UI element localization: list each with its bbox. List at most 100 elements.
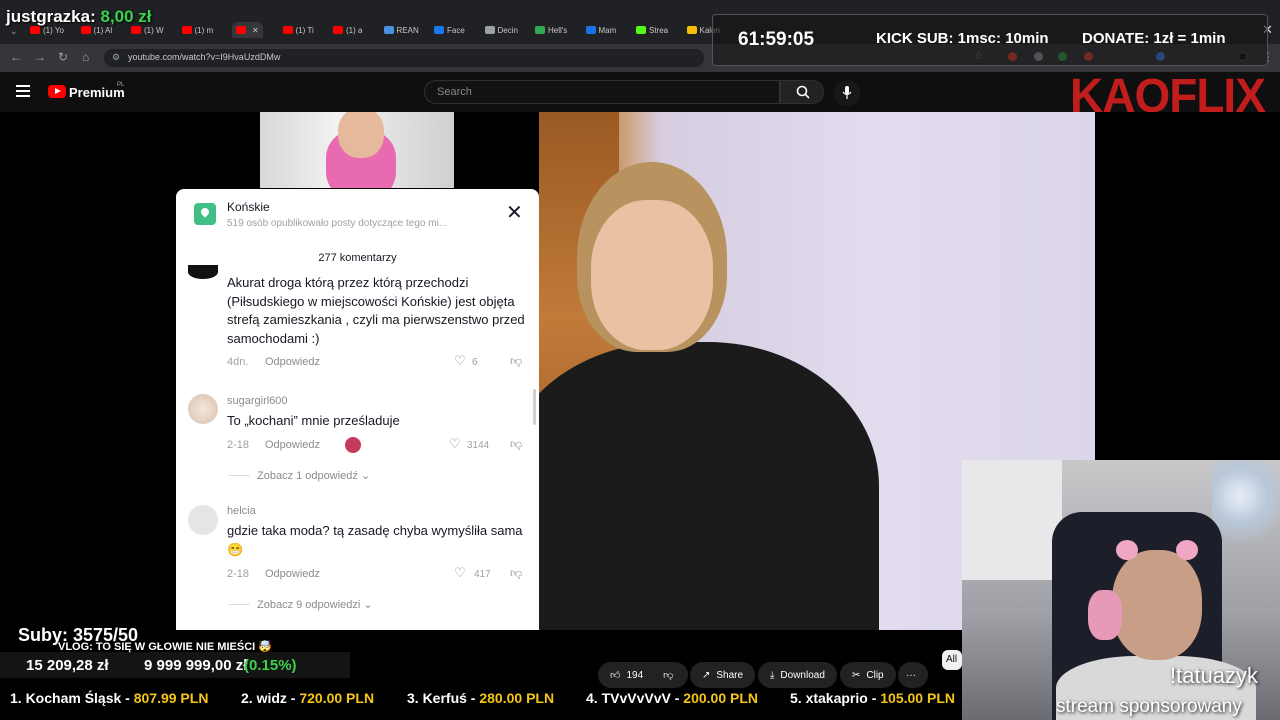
search-input[interactable]: Search — [424, 80, 780, 104]
tab-label: Hell's — [548, 25, 568, 35]
creator-liked-avatar — [345, 437, 361, 453]
browser-tab[interactable]: Strea — [636, 22, 668, 38]
tab-label: Strea — [649, 25, 669, 35]
avatar[interactable] — [188, 394, 218, 424]
tab-favicon-icon — [80, 26, 91, 34]
streamer-balance: justgrazka: 8,00 zł — [6, 7, 152, 27]
donor-name: 1. Kocham Śląsk - — [10, 690, 134, 706]
comment-text: Akurat droga którą przez którą przechodz… — [227, 275, 525, 346]
download-icon: ⤓ — [770, 669, 775, 681]
forward-icon[interactable]: → — [34, 50, 46, 64]
browser-tab[interactable]: Mam — [585, 22, 616, 38]
tab-favicon-icon — [484, 26, 495, 34]
headset-ear-left — [1116, 540, 1138, 560]
voice-search-button[interactable] — [834, 80, 860, 106]
streamer-amount: 8,00 zł — [100, 7, 152, 26]
reply-button[interactable]: Odpowiedz — [265, 568, 320, 580]
donor-amount: 105.00 PLN — [880, 690, 955, 706]
location-subtitle: 519 osób opublikowało posty dotyczące te… — [227, 218, 448, 229]
tab-label: (1) m — [194, 25, 214, 35]
avatar[interactable] — [188, 265, 218, 279]
hamburger-menu-icon[interactable] — [16, 85, 30, 100]
tab-label: REAN — [396, 25, 419, 35]
close-icon[interactable]: ✕ — [506, 203, 523, 223]
clip-button[interactable]: ✂ Clip — [840, 662, 896, 688]
donor-amount: 720.00 PLN — [299, 690, 375, 706]
donor-name: 4. TVvVvVvV - — [586, 690, 684, 706]
dislike-icon[interactable]: 👎︎ — [510, 437, 522, 452]
like-count: 3144 — [467, 440, 490, 451]
heart-icon[interactable]: ♡ — [454, 565, 466, 581]
microphone-icon — [842, 86, 852, 99]
filter-chip-all[interactable]: All — [942, 650, 962, 670]
location-title[interactable]: Końskie — [227, 200, 270, 214]
tab-favicon-icon — [282, 26, 293, 34]
dislike-icon[interactable]: 👎︎ — [510, 354, 522, 369]
goal-target: 9 999 999,00 zł — [144, 657, 248, 674]
comment-username[interactable]: helcia — [227, 505, 256, 517]
heart-icon[interactable]: ♡ — [449, 436, 461, 452]
view-replies-button[interactable]: Zobacz 9 odpowiedzi ⌄ — [257, 598, 373, 611]
browser-tab[interactable]: Face — [434, 22, 465, 38]
donor-amount: 807.99 PLN — [133, 690, 209, 706]
reload-icon[interactable]: ↻ — [58, 50, 68, 64]
tab-favicon-icon — [131, 26, 141, 34]
comment-text: gdzie taka moda? tą zasadę chyba wymyśli… — [227, 523, 523, 557]
site-info-icon[interactable]: ⚙ — [112, 52, 120, 63]
browser-tab[interactable]: ✕ — [232, 22, 263, 38]
share-label: Share — [716, 669, 744, 681]
like-count[interactable]: 194 — [626, 670, 643, 681]
download-label: Download — [780, 669, 825, 681]
divider — [228, 475, 250, 476]
comment-count: 277 komentarzy — [318, 252, 397, 264]
dislike-icon[interactable]: 👎︎ — [663, 669, 673, 681]
tab-favicon-icon — [686, 26, 697, 34]
dislike-icon[interactable]: 👎︎ — [510, 566, 522, 581]
donor-amount: 200.00 PLN — [683, 690, 758, 706]
browser-tab[interactable]: Hell's — [535, 22, 567, 38]
youtube-logo-icon[interactable] — [48, 85, 66, 98]
browser-tab[interactable]: REAN — [383, 22, 419, 38]
donor-entry: 4. TVvVvVvV - 200.00 PLN — [586, 690, 758, 706]
share-icon: ↗ — [702, 669, 711, 681]
donor-amount: 280.00 PLN — [479, 690, 555, 706]
home-icon[interactable]: ⌂ — [82, 50, 89, 64]
tab-close-icon[interactable]: ✕ — [252, 26, 259, 35]
download-button[interactable]: ⤓ Download — [758, 662, 837, 688]
heart-icon[interactable]: ♡ — [454, 353, 466, 369]
video-person-face — [591, 200, 713, 350]
tab-search-chevron-icon[interactable]: ⌄ — [10, 26, 18, 37]
thumbnail-face — [338, 112, 384, 158]
back-icon[interactable]: ← — [10, 50, 22, 64]
donor-entry: 5. xtakaprio - 105.00 PLN — [790, 690, 955, 706]
goal-current: 15 209,28 zł — [26, 657, 109, 674]
streamer-name: justgrazka: — [6, 7, 96, 26]
tab-favicon-icon — [333, 26, 343, 34]
like-icon[interactable]: 👍︎ — [610, 669, 620, 681]
like-dislike-group: 👍︎ 194 👎︎ — [598, 662, 688, 688]
search-button[interactable] — [780, 80, 824, 104]
share-button[interactable]: ↗ Share — [690, 662, 756, 688]
divider — [228, 604, 250, 605]
tab-label: Face — [447, 25, 465, 35]
more-actions-button[interactable]: ··· — [898, 662, 928, 688]
reply-button[interactable]: Odpowiedz — [265, 356, 320, 368]
like-count: 417 — [474, 569, 491, 580]
view-replies-button[interactable]: Zobacz 1 odpowiedź ⌄ — [257, 469, 370, 482]
search-icon — [796, 85, 810, 99]
url-field[interactable]: youtube.com/watch?v=I9HvaUzdDMw — [104, 49, 704, 67]
browser-tab[interactable]: Decin — [484, 22, 518, 38]
scrollbar[interactable] — [533, 389, 536, 425]
browser-tab[interactable]: (1) Ti — [282, 22, 314, 38]
headset-earcup — [1088, 590, 1122, 640]
avatar[interactable] — [188, 505, 218, 535]
clip-label: Clip — [866, 669, 884, 681]
command-overlay: !tatuazyk — [1170, 663, 1259, 688]
donor-entry: 3. Kerfuś - 280.00 PLN — [407, 690, 554, 706]
browser-tab[interactable]: (1) a — [333, 22, 362, 38]
comment-username[interactable]: sugargirl600 — [227, 395, 288, 407]
comment-text: To „kochani” mnie prześladuje — [227, 413, 400, 428]
scissors-icon: ✂ — [852, 669, 861, 681]
browser-tab[interactable]: (1) m — [181, 22, 214, 38]
reply-button[interactable]: Odpowiedz — [265, 439, 320, 451]
